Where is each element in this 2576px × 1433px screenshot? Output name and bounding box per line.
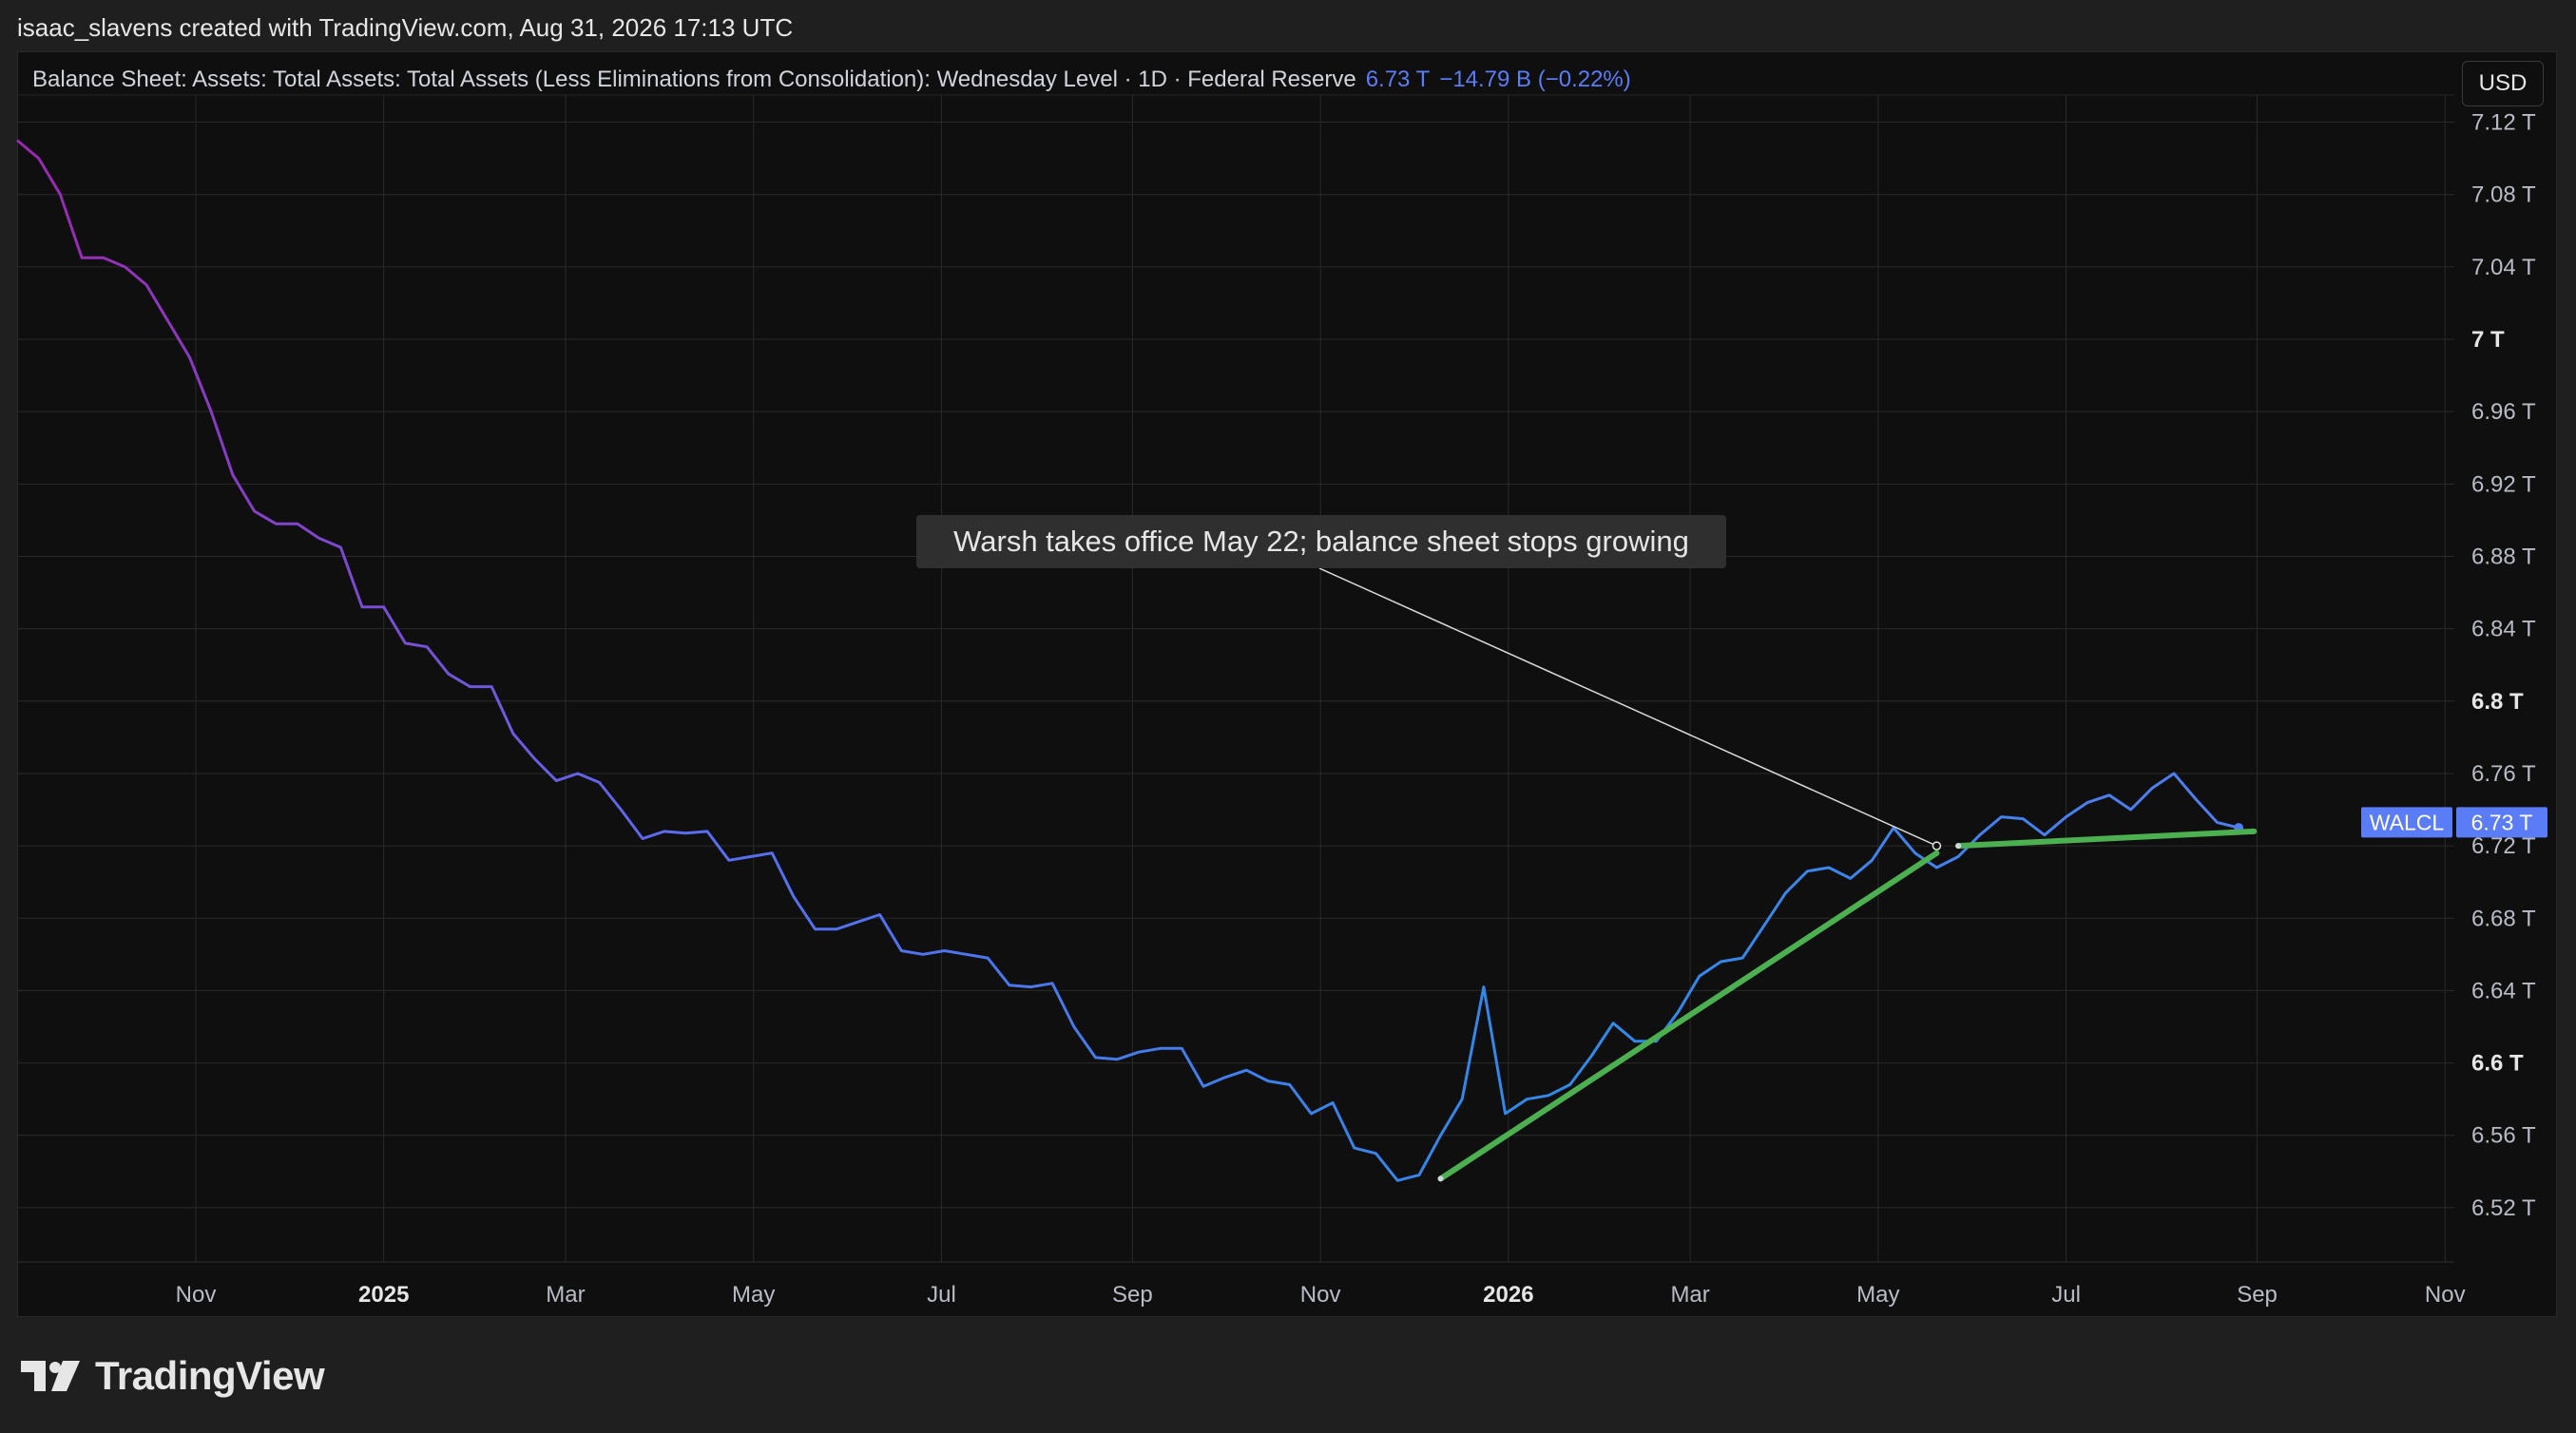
x-tick-label: Nov — [1300, 1282, 1341, 1308]
y-tick-label: 7 T — [2471, 327, 2505, 353]
trendline-handle — [1437, 1175, 1444, 1182]
legend-change: −14.79 B (−0.22%) — [1439, 67, 1631, 92]
tradingview-wordmark: TradingView — [95, 1353, 325, 1398]
chart-canvas[interactable]: 7.12 T 7.08 T 7.04 T 7 T 6.96 T 6.92 T 6.88 T 6… — [0, 0, 2576, 1433]
x-tick-label: Nov — [2425, 1282, 2466, 1308]
currency-button[interactable]: USD — [2462, 61, 2544, 106]
annotation-anchor — [1932, 841, 1942, 850]
y-tick-label: 6.88 T — [2471, 544, 2536, 569]
trendline-handle — [1955, 843, 1962, 850]
x-tick-label: 2026 — [1483, 1282, 1533, 1308]
y-tick-label: 7.12 T — [2471, 110, 2536, 136]
series-legend[interactable]: Balance Sheet: Assets: Total Assets: Tot… — [32, 67, 1631, 93]
trendline — [1437, 850, 1940, 1182]
legend-value: 6.73 T — [1365, 67, 1431, 92]
last-value-tag-text: 6.73 T — [2471, 810, 2533, 834]
series-name-tag-text: WALCL — [2370, 810, 2445, 834]
y-tick-label: 6.92 T — [2471, 471, 2536, 497]
x-tick-label: May — [732, 1282, 775, 1308]
x-tick-label: Mar — [546, 1282, 585, 1308]
y-tick-label: 6.8 T — [2471, 689, 2524, 715]
tradingview-logo[interactable]: TradingView — [21, 1353, 325, 1399]
y-tick-label: 6.68 T — [2471, 906, 2536, 931]
y-tick-label: 6.56 T — [2471, 1123, 2536, 1149]
axis-layer: 7.12 T 7.08 T 7.04 T 7 T 6.96 T 6.92 T 6.88 T 6… — [176, 110, 2536, 1308]
x-tick-label: Nov — [176, 1282, 217, 1308]
tradingview-logo-icon — [21, 1361, 80, 1391]
annotation-layer: Warsh takes office May 22; balance sheet… — [916, 515, 2547, 850]
series-line-walcl — [16, 139, 2240, 1182]
series-layer — [16, 139, 2244, 1182]
y-tick-label: 6.52 T — [2471, 1195, 2536, 1221]
x-tick-label: Jul — [2051, 1282, 2081, 1308]
x-tick-label: Sep — [1112, 1282, 1153, 1308]
y-tick-label: 6.96 T — [2471, 399, 2536, 425]
y-tick-label: 7.08 T — [2471, 182, 2536, 208]
annotation-text: Warsh takes office May 22; balance sheet… — [953, 525, 1689, 558]
grid-layer — [17, 94, 2454, 1263]
x-tick-label: 2025 — [358, 1282, 409, 1308]
y-tick-label: 6.84 T — [2471, 617, 2536, 642]
x-tick-label: Jul — [927, 1282, 956, 1308]
x-tick-label: May — [1856, 1282, 1899, 1308]
x-tick-label: Sep — [2237, 1282, 2278, 1308]
y-tick-label: 6.64 T — [2471, 978, 2536, 1003]
y-tick-label: 7.04 T — [2471, 255, 2536, 280]
x-tick-label: Mar — [1670, 1282, 1709, 1308]
y-tick-label: 6.76 T — [2471, 761, 2536, 787]
y-tick-label: 6.6 T — [2471, 1051, 2524, 1077]
annotation-pointer — [1318, 567, 1937, 847]
trendline — [1955, 828, 2258, 850]
legend-title: Balance Sheet: Assets: Total Assets: Tot… — [32, 67, 1356, 92]
trend-layer — [1437, 828, 2258, 1182]
